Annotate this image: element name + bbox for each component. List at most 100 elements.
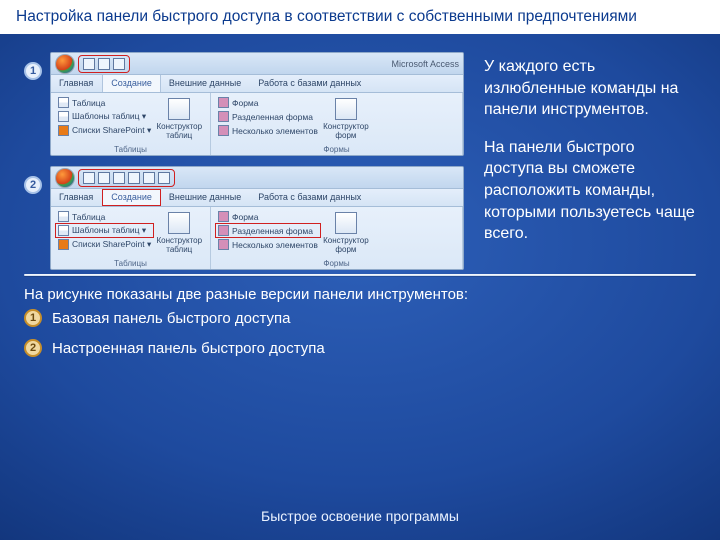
legend-row-2: 2 Настроенная панель быстрого доступа [24,339,696,357]
ribbon-groups-1: Таблица Шаблоны таблиц ▾ Списки SharePoi… [51,93,463,155]
tab-create-highlighted: Создание [102,189,161,206]
office-button-icon [55,54,75,74]
btn-table-designer-label: Конструктор таблиц [156,122,202,140]
btn-sharepoint: Списки SharePoint ▾ [56,124,153,137]
quick-access-toolbar-1: Microsoft Access [51,53,463,75]
slide-title: Настройка панели быстрого доступа в соот… [0,0,720,34]
split-form-icon [218,111,229,122]
btn-split-form: Разделенная форма [216,110,320,123]
btn-table-designer-label: Конструктор таблиц [156,236,202,254]
content-row: 1 Microsoft Access Главная Создание Внеш… [0,34,720,270]
btn-table-templates-label: Шаблоны таблиц ▾ [72,225,146,236]
group-forms: Форма Разделенная форма Несколько элемен… [211,93,463,155]
tab-home: Главная [51,75,102,92]
ribbon-groups-2: Таблица Шаблоны таблиц ▾ Списки SharePoi… [51,207,463,269]
btn-table-label: Таблица [72,98,105,108]
btn-split-form-highlighted: Разделенная форма [216,224,320,237]
btn-table-templates: Шаблоны таблиц ▾ [56,110,153,123]
office-button-icon [55,168,75,188]
btn-form: Форма [216,96,320,109]
divider [24,274,696,276]
save-icon [83,58,95,70]
btn-form-designer: Конструктор форм [324,210,368,256]
caption: На рисунке показаны две разные версии па… [0,286,720,309]
btn-multi-label: Несколько элементов [232,240,318,250]
callout-1: 1 [24,62,42,80]
btn-split-form-label: Разделенная форма [232,226,313,236]
multi-items-icon [218,239,229,250]
form-designer-icon [335,98,357,120]
split-form-icon [218,225,229,236]
table-designer-icon [168,98,190,120]
btn-table: Таблица [56,96,153,109]
table-designer-icon [168,212,190,234]
legend-num-1: 1 [24,309,42,327]
btn-multi: Несколько элементов [216,124,320,137]
tab-home: Главная [51,189,102,206]
tab-external: Внешние данные [161,75,250,92]
redo-icon [113,172,125,184]
table-icon [58,211,69,222]
screenshot-2-row: 2 Главная Создание Внешни [24,166,464,270]
btn-form-label: Форма [232,98,259,108]
legend: 1 Базовая панель быстрого доступа 2 Наст… [0,309,720,357]
form-icon [218,97,229,108]
side-text: У каждого есть излюбленные команды на па… [484,52,696,270]
btn-form-label: Форма [232,212,259,222]
btn-table-designer: Конструктор таблиц [157,210,201,256]
group-tables-label: Таблицы [56,258,205,268]
save-icon [83,172,95,184]
multi-items-icon [218,125,229,136]
redo-icon [113,58,125,70]
qat-items-custom [79,170,174,186]
tab-create: Создание [102,75,161,92]
custom-icon-2 [143,172,155,184]
btn-sharepoint-label: Списки SharePoint ▾ [72,239,151,250]
footer: Быстрое освоение программы [0,508,720,524]
paragraph-2: На панели быстрого доступа вы сможете ра… [484,137,696,245]
btn-table-templates-label: Шаблоны таблиц ▾ [72,111,146,122]
legend-text-1: Базовая панель быстрого доступа [52,310,291,327]
undo-icon [98,172,110,184]
quick-access-toolbar-2 [51,167,463,189]
group-forms-label: Формы [216,144,457,154]
btn-form-designer: Конструктор форм [324,96,368,142]
ribbon-screenshot-1: Microsoft Access Главная Создание Внешни… [50,52,464,156]
group-forms-label: Формы [216,258,457,268]
paragraph-1: У каждого есть излюбленные команды на па… [484,56,696,121]
table-templates-icon [58,225,69,236]
screenshots-column: 1 Microsoft Access Главная Создание Внеш… [24,52,464,270]
group-tables: Таблица Шаблоны таблиц ▾ Списки SharePoi… [51,93,211,155]
custom-icon-3 [158,172,170,184]
group-tables: Таблица Шаблоны таблиц ▾ Списки SharePoi… [51,207,211,269]
tab-dbtools: Работа с базами данных [250,75,370,92]
btn-multi: Несколько элементов [216,238,320,251]
custom-icon-1 [128,172,140,184]
callout-2: 2 [24,176,42,194]
btn-multi-label: Несколько элементов [232,126,318,136]
btn-form: Форма [216,210,320,223]
form-designer-icon [335,212,357,234]
legend-row-1: 1 Базовая панель быстрого доступа [24,309,696,327]
btn-sharepoint-label: Списки SharePoint ▾ [72,125,151,136]
legend-num-2: 2 [24,339,42,357]
sharepoint-icon [58,239,69,250]
group-forms: Форма Разделенная форма Несколько элемен… [211,207,463,269]
tab-external: Внешние данные [161,189,250,206]
table-icon [58,97,69,108]
btn-sharepoint: Списки SharePoint ▾ [56,238,153,251]
btn-split-form-label: Разделенная форма [232,112,313,122]
app-title: Microsoft Access [391,59,459,69]
btn-form-designer-label: Конструктор форм [323,122,369,140]
undo-icon [98,58,110,70]
sharepoint-icon [58,125,69,136]
screenshot-1-row: 1 Microsoft Access Главная Создание Внеш… [24,52,464,156]
btn-table-templates-highlighted: Шаблоны таблиц ▾ [56,224,153,237]
btn-table-designer: Конструктор таблиц [157,96,201,142]
ribbon-tabs-2: Главная Создание Внешние данные Работа с… [51,189,463,207]
btn-table-label: Таблица [72,212,105,222]
tab-dbtools: Работа с базами данных [250,189,370,206]
legend-text-2: Настроенная панель быстрого доступа [52,340,325,357]
ribbon-tabs-1: Главная Создание Внешние данные Работа с… [51,75,463,93]
btn-form-designer-label: Конструктор форм [323,236,369,254]
